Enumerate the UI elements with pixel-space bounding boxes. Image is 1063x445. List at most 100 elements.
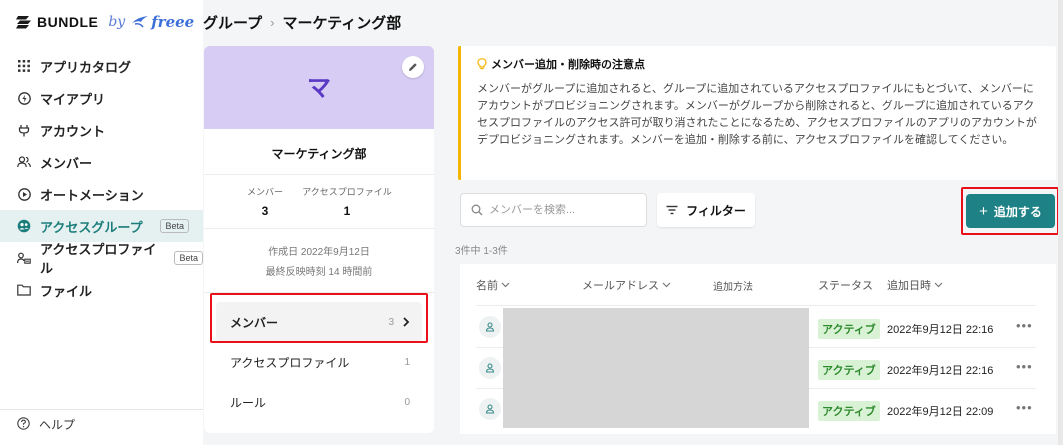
header-label: 追加方法: [713, 282, 753, 293]
partner-name: freee: [151, 13, 195, 31]
group-initial: マ: [307, 75, 331, 102]
help-circle-icon: [17, 416, 30, 433]
edit-group-button[interactable]: [402, 56, 424, 78]
brand-name: BUNDLE: [37, 14, 99, 30]
page-title: マーケティング部: [282, 15, 402, 32]
search-input[interactable]: [489, 204, 639, 216]
tab-right: 3: [388, 317, 410, 328]
stat-label: メンバー: [246, 187, 283, 197]
users-icon: [17, 155, 31, 169]
profile-icon: [17, 251, 31, 265]
more-options-icon[interactable]: •••: [1016, 400, 1033, 415]
group-name: マーケティング部: [271, 147, 367, 161]
sidebar-item-label: マイアプリ: [40, 91, 106, 107]
folder-icon: [17, 283, 31, 297]
sidebar-item-automation[interactable]: オートメーション: [0, 178, 203, 210]
add-label: 追加する: [993, 204, 1042, 219]
avatar: [479, 316, 501, 338]
sidebar-item-label: アクセスプロファイル: [40, 242, 157, 276]
sidebar-item-label: アカウント: [40, 123, 106, 139]
chevron-right-icon: [403, 317, 410, 327]
help-link[interactable]: ヘルプ: [0, 409, 203, 439]
sidebar-item-label: アプリカタログ: [40, 59, 132, 75]
tab-label: メンバー: [230, 315, 279, 330]
sidebar-item-access-groups[interactable]: アクセスグループ Beta: [0, 210, 203, 242]
play-circle-icon: [17, 187, 31, 201]
chevron-down-icon: [934, 282, 943, 288]
header-label: 名前: [476, 280, 498, 292]
breadcrumb-separator: ›: [270, 15, 275, 30]
chevron-down-icon: [501, 282, 510, 288]
tab-access-profiles[interactable]: アクセスプロファイル 1: [216, 342, 422, 382]
pencil-icon: [409, 63, 417, 71]
plus-icon: +: [979, 202, 988, 220]
created-date: 作成日 2022年9月12日: [268, 247, 370, 258]
stat-members: メンバー 3: [239, 185, 291, 218]
sidebar-item-label: ファイル: [40, 283, 93, 299]
sidebar-item-label: アクセスグループ: [40, 219, 143, 235]
tab-count: 1: [404, 356, 410, 368]
sidebar-item-app-catalog[interactable]: アプリカタログ: [0, 50, 203, 82]
more-options-icon[interactable]: •••: [1016, 318, 1033, 333]
tab-count: 0: [404, 396, 410, 408]
divider: [204, 174, 434, 175]
column-header-name[interactable]: 名前: [476, 277, 510, 293]
bundle-logo-icon: [16, 16, 31, 29]
bundle-logo[interactable]: BUNDLE by freee: [16, 11, 194, 33]
more-options-icon[interactable]: •••: [1016, 359, 1033, 374]
notice-title-text: メンバー追加・削除時の注意点: [491, 59, 645, 71]
filter-icon: [666, 205, 678, 215]
user-icon: [485, 363, 495, 373]
user-icon: [485, 404, 495, 414]
column-header-method: 追加方法: [713, 278, 753, 293]
stat-label: アクセスプロファイル: [302, 187, 392, 197]
group-icon: [17, 219, 31, 233]
search-icon: [471, 204, 483, 216]
help-label: ヘルプ: [39, 418, 76, 432]
breadcrumb: グループ › マーケティング部: [203, 12, 401, 33]
tab-label: ルール: [230, 395, 267, 410]
stat-value: 1: [343, 204, 351, 218]
freee-bird-icon: [132, 16, 149, 28]
notice-body: メンバーがグループに追加されると、グループに追加されているアクセスプロファイルに…: [477, 83, 1037, 146]
avatar: [479, 398, 501, 420]
header-label: メールアドレス: [582, 280, 659, 292]
beta-badge: Beta: [160, 219, 189, 233]
last-reflected: 最終反映時刻 14 時間前: [265, 267, 373, 278]
column-header-added-at[interactable]: 追加日時: [887, 277, 943, 293]
freee-logo: freee: [131, 13, 194, 31]
result-count: 3件中 1-3件: [455, 246, 508, 257]
brand-by: by: [108, 14, 126, 30]
scrollbar[interactable]: [1058, 0, 1063, 445]
search-box[interactable]: [460, 193, 647, 227]
sidebar-item-label: メンバー: [40, 155, 93, 171]
chevron-down-icon: [662, 282, 671, 288]
sidebar-nav: アプリカタログ マイアプリ アカウント メンバー オートメーション アクセスグル…: [0, 50, 203, 306]
sidebar: BUNDLE by freee アプリカタログ マイアプリ アカウント メンバー…: [0, 0, 203, 445]
sidebar-item-my-apps[interactable]: マイアプリ: [0, 82, 203, 114]
sidebar-item-access-profiles[interactable]: アクセスプロファイル Beta: [0, 242, 203, 276]
header-label: ステータス: [818, 280, 873, 292]
status-badge: アクティブ: [818, 360, 880, 380]
avatar: [479, 357, 501, 379]
sidebar-item-files[interactable]: ファイル: [0, 274, 203, 306]
filter-button[interactable]: フィルター: [657, 193, 755, 227]
user-icon: [485, 322, 495, 332]
plug-icon: [17, 123, 31, 137]
tab-rules[interactable]: ルール 0: [216, 382, 422, 422]
beta-badge: Beta: [174, 251, 203, 265]
bolt-circle-icon: [17, 91, 31, 105]
filter-label: フィルター: [686, 203, 746, 218]
redacted-area: [503, 308, 809, 428]
status-badge: アクティブ: [818, 319, 880, 339]
lightbulb-icon: [477, 58, 487, 70]
tab-members[interactable]: メンバー 3: [216, 302, 422, 342]
column-header-email[interactable]: メールアドレス: [582, 277, 671, 293]
sidebar-item-accounts[interactable]: アカウント: [0, 114, 203, 146]
add-member-button[interactable]: + 追加する: [966, 194, 1055, 228]
divider: [204, 292, 434, 293]
column-header-status: ステータス: [818, 277, 873, 293]
sidebar-item-members[interactable]: メンバー: [0, 146, 203, 178]
breadcrumb-parent[interactable]: グループ: [203, 12, 262, 33]
tab-label: アクセスプロファイル: [230, 355, 350, 370]
